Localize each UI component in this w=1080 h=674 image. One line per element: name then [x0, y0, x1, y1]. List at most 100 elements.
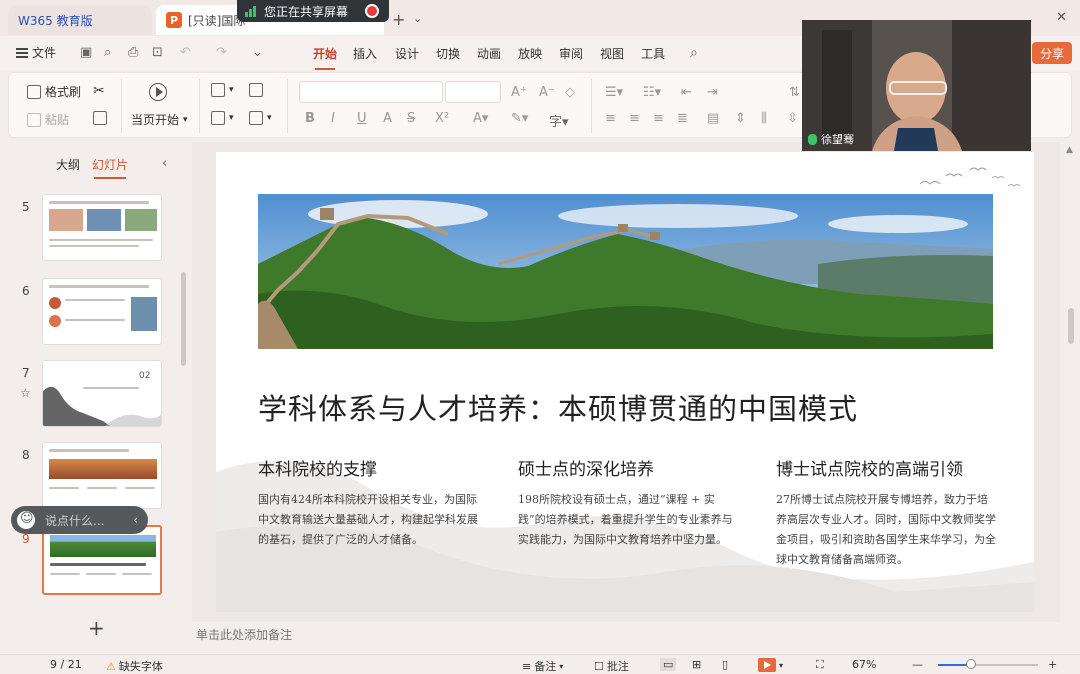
slide-thumbnail-7[interactable]: 02 [42, 360, 162, 427]
comment-input[interactable]: 说点什么... ‹ [11, 506, 148, 534]
shadow-icon[interactable]: A [383, 111, 392, 126]
menu-slideshow[interactable]: 放映 [518, 45, 542, 62]
font-color-icon[interactable]: A▾ [473, 111, 488, 126]
indent-decrease-icon[interactable]: ⇤ [681, 85, 692, 100]
play-slideshow-button[interactable]: ▾ [758, 658, 783, 672]
slide-thumbnail-5[interactable] [42, 194, 162, 261]
cut-icon[interactable]: ✂ [93, 83, 105, 99]
normal-view-icon[interactable]: ▭ [660, 658, 677, 671]
play-icon[interactable] [149, 83, 167, 101]
more-qa-icon[interactable]: ⌄ [252, 45, 263, 60]
column-heading-master[interactable]: 硕士点的深化培养 [518, 455, 654, 480]
new-tab-plus-icon[interactable]: + [392, 10, 405, 29]
export-icon[interactable]: ⌕ [104, 45, 111, 60]
character-spacing-icon[interactable]: 字▾ [549, 111, 569, 130]
search-icon[interactable]: ⌕ [690, 45, 698, 61]
align-right-icon[interactable]: ≡ [653, 111, 664, 126]
play-from-current-button[interactable]: 当页开始 ▾ [131, 111, 188, 128]
zoom-out-icon[interactable]: — [912, 658, 923, 671]
notes-placeholder[interactable]: 单击此处添加备注 [196, 626, 292, 643]
menu-home[interactable]: 开始 [313, 45, 337, 70]
tab-slides[interactable]: 幻灯片 [92, 156, 128, 179]
section-icon[interactable]: ▾ [211, 111, 234, 125]
font-size-select[interactable] [445, 81, 501, 103]
slide[interactable]: 学科体系与人才培养：本硕博贯通的中国模式 本科院校的支撑 国内有424所本科院校… [216, 152, 1034, 612]
tab-outline[interactable]: 大纲 [56, 156, 80, 173]
indent-increase-icon[interactable]: ⇥ [707, 85, 718, 100]
italic-icon[interactable]: I [331, 111, 335, 126]
video-call-overlay[interactable]: 徐望骞 [802, 20, 1031, 151]
highlight-icon[interactable]: ✎▾ [511, 111, 528, 126]
reading-view-icon[interactable]: ▯ [722, 658, 728, 671]
strikethrough-icon[interactable]: S [407, 111, 415, 126]
bold-icon[interactable]: B [305, 111, 315, 126]
comments-toggle[interactable]: ☐ 批注 [594, 658, 629, 674]
panel-scrollbar[interactable] [181, 272, 186, 366]
redo-icon[interactable]: ↷ [216, 45, 227, 60]
notes-toggle[interactable]: ≡ 备注 ▾ [522, 658, 563, 674]
fit-window-icon[interactable]: ⛶ [816, 658, 824, 672]
slide-title[interactable]: 学科体系与人才培养：本硕博贯通的中国模式 [258, 386, 858, 428]
copy-icon[interactable] [93, 111, 107, 125]
align-left-icon[interactable]: ≡ [605, 111, 616, 126]
add-slide-plus-icon[interactable]: + [88, 616, 105, 640]
align-center-icon[interactable]: ≡ [629, 111, 640, 126]
bullets-icon[interactable]: ☰▾ [605, 85, 623, 100]
new-slide-icon[interactable]: ▾ [211, 83, 234, 97]
collapse-panel-icon[interactable]: ‹ [162, 156, 167, 171]
reset-icon[interactable]: ▾ [249, 111, 272, 125]
menu-insert[interactable]: 插入 [353, 45, 377, 62]
notes-icon: ≡ [522, 659, 532, 673]
menu-tools[interactable]: 工具 [641, 45, 665, 62]
zoom-in-icon[interactable]: + [1048, 658, 1057, 671]
star-icon[interactable]: ☆ [20, 386, 31, 400]
format-painter-button[interactable]: 格式刷 [27, 83, 81, 100]
distribute-icon[interactable]: ▤ [707, 111, 719, 126]
print-icon[interactable]: ⎙ [128, 45, 138, 60]
slide-thumbnail-8[interactable] [42, 442, 162, 509]
slide-sorter-icon[interactable]: ⊞ [692, 658, 701, 671]
slide-thumbnail-9[interactable] [42, 525, 162, 595]
tab-list-chevron-icon[interactable]: ⌄ [413, 12, 422, 25]
menu-review[interactable]: 审阅 [559, 45, 583, 62]
zoom-slider-knob[interactable] [966, 659, 976, 669]
column-heading-undergrad[interactable]: 本科院校的支撑 [258, 455, 377, 480]
line-spacing-icon[interactable]: ⇕ [735, 111, 746, 126]
preview-icon[interactable]: ⊡ [152, 45, 163, 60]
justify-icon[interactable]: ≣ [677, 111, 688, 126]
share-button[interactable]: 分享 [1032, 42, 1072, 64]
numbering-icon[interactable]: ☷▾ [643, 85, 661, 100]
decrease-font-icon[interactable]: A⁻ [539, 85, 555, 100]
sort-icon[interactable]: ⇅ [789, 85, 800, 100]
layout-icon[interactable] [249, 83, 263, 97]
clear-format-icon[interactable]: ◇ [565, 85, 575, 100]
save-icon[interactable]: ▣ [80, 45, 92, 60]
scroll-up-icon[interactable]: ▲ [1066, 145, 1073, 155]
canvas-scrollbar[interactable] [1068, 308, 1074, 344]
column-heading-doctoral[interactable]: 博士试点院校的高端引领 [776, 455, 963, 480]
font-family-select[interactable] [299, 81, 443, 103]
zoom-slider[interactable] [938, 664, 1038, 666]
collapse-comment-icon[interactable]: ‹ [133, 513, 138, 527]
slide-thumbnail-6[interactable] [42, 278, 162, 345]
column-text-undergrad[interactable]: 国内有424所本科院校开设相关专业，为国际中文教育输送大量基础人才，构建起学科发… [258, 490, 480, 550]
columns-icon[interactable]: ⫼ [761, 111, 767, 126]
close-window-icon[interactable]: ✕ [1056, 10, 1067, 25]
zoom-level[interactable]: 67% [852, 658, 876, 671]
text-direction-icon[interactable]: ⇳ [787, 111, 798, 126]
increase-font-icon[interactable]: A⁺ [511, 85, 527, 100]
underline-icon[interactable]: U [357, 111, 367, 126]
superscript-icon[interactable]: X² [435, 111, 449, 126]
file-menu[interactable]: 文件 [16, 44, 56, 61]
menu-transition[interactable]: 切换 [436, 45, 460, 62]
paste-button[interactable]: 粘贴 [27, 111, 69, 128]
undo-icon[interactable]: ↶ [180, 45, 191, 60]
column-text-master[interactable]: 198所院校设有硕士点，通过“课程 + 实践”的培养模式，着重提升学生的专业素养… [518, 490, 740, 550]
stop-share-icon[interactable] [365, 4, 379, 18]
tab-wps-home[interactable]: W365 教育版 [8, 5, 152, 35]
missing-font-button[interactable]: ⚠ 缺失字体 [106, 658, 163, 674]
menu-view[interactable]: 视图 [600, 45, 624, 62]
menu-animation[interactable]: 动画 [477, 45, 501, 62]
column-text-doctoral[interactable]: 27所博士试点院校开展专博培养，致力于培养高层次专业人才。同时，国际中文教师奖学… [776, 490, 998, 570]
menu-design[interactable]: 设计 [395, 45, 419, 62]
